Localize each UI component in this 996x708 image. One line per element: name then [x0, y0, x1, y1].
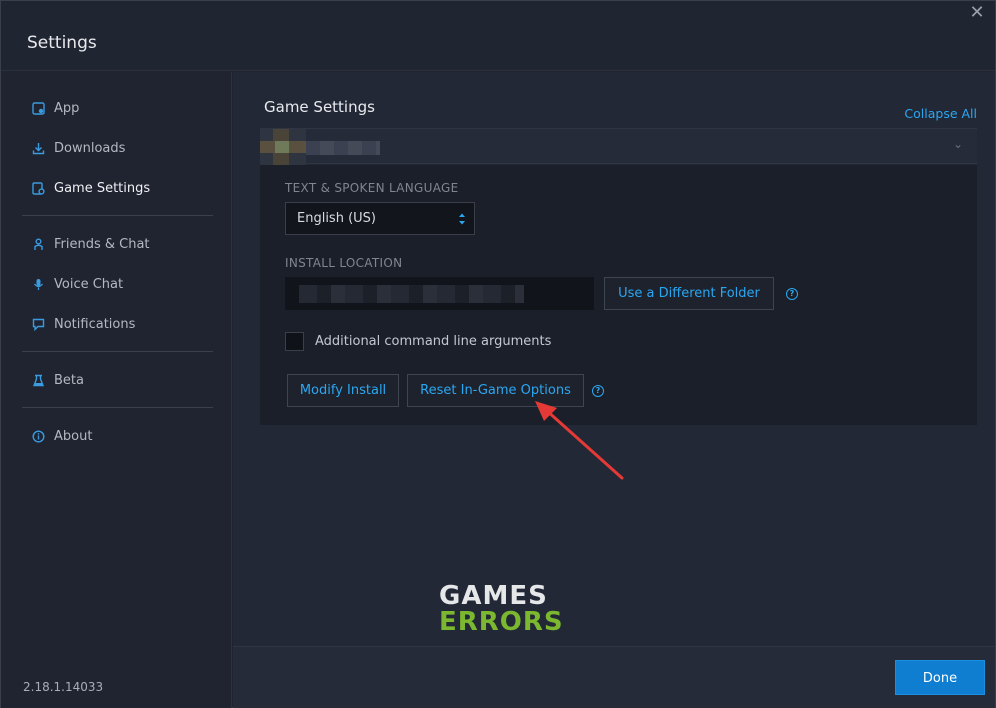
sidebar-item-friends-chat[interactable]: Friends & Chat — [31, 233, 150, 255]
sidebar-item-notifications[interactable]: Notifications — [31, 313, 135, 335]
sidebar-item-label: Notifications — [54, 316, 136, 332]
app-version: 2.18.1.14033 — [23, 680, 104, 694]
sidebar-item-label: Downloads — [54, 140, 126, 156]
game-settings-icon — [31, 181, 45, 195]
flask-icon — [31, 373, 45, 387]
select-arrows-icon — [459, 213, 465, 225]
sidebar-item-label: About — [54, 428, 93, 444]
notification-icon — [31, 317, 45, 331]
sidebar-divider — [22, 351, 213, 352]
sidebar-item-label: Beta — [54, 372, 84, 388]
title-bar: Settings ✕ — [1, 1, 995, 71]
collapse-all-link[interactable]: Collapse All — [904, 106, 977, 121]
friends-icon — [31, 237, 45, 251]
games-errors-logo: GAMES ERRORS — [439, 583, 563, 635]
install-location-label: INSTALL LOCATION — [285, 256, 403, 270]
language-select[interactable]: English (US) — [285, 202, 475, 235]
sidebar-item-beta[interactable]: Beta — [31, 369, 84, 391]
game-icon — [260, 129, 306, 165]
sidebar-divider — [22, 407, 213, 408]
help-icon[interactable]: ? — [786, 288, 798, 300]
use-different-folder-button[interactable]: Use a Different Folder — [604, 277, 774, 310]
window-title: Settings — [27, 33, 97, 53]
close-icon[interactable]: ✕ — [967, 3, 987, 23]
sidebar-item-game-settings[interactable]: Game Settings — [31, 177, 150, 199]
sidebar-item-about[interactable]: About — [31, 425, 92, 447]
chevron-down-icon: ⌄ — [952, 137, 963, 151]
sidebar-item-label: Friends & Chat — [54, 236, 150, 252]
game-name-redacted — [306, 141, 380, 155]
sidebar-item-app[interactable]: App — [31, 97, 79, 119]
sidebar-item-label: Voice Chat — [54, 276, 124, 292]
download-icon — [31, 141, 45, 155]
language-label: TEXT & SPOKEN LANGUAGE — [285, 181, 459, 195]
install-path-field[interactable] — [285, 277, 594, 310]
settings-window: Settings ✕ App Downloads Game Settings F… — [0, 0, 996, 708]
sidebar-item-label: Game Settings — [54, 180, 151, 196]
command-line-args-checkbox[interactable] — [285, 332, 304, 351]
done-button[interactable]: Done — [895, 660, 985, 695]
logo-line1: GAMES — [439, 581, 548, 611]
sidebar-divider — [22, 215, 213, 216]
section-title: Game Settings — [264, 98, 375, 116]
sidebar-item-voice-chat[interactable]: Voice Chat — [31, 273, 123, 295]
microphone-icon — [31, 277, 45, 291]
app-icon — [31, 101, 45, 115]
sidebar-item-downloads[interactable]: Downloads — [31, 137, 125, 159]
main-content: Game Settings Collapse All ⌄ TEXT & SPOK… — [233, 72, 995, 646]
install-path-redacted — [299, 285, 524, 303]
game-header[interactable]: ⌄ — [260, 128, 977, 165]
modify-install-button[interactable]: Modify Install — [287, 374, 399, 407]
sidebar: App Downloads Game Settings Friends & Ch… — [1, 72, 232, 708]
reset-in-game-options-button[interactable]: Reset In-Game Options — [407, 374, 584, 407]
logo-line2: ERRORS — [439, 607, 564, 637]
language-value: English (US) — [297, 211, 376, 226]
command-line-args-label: Additional command line arguments — [315, 334, 552, 349]
info-icon — [31, 429, 45, 443]
help-icon[interactable]: ? — [592, 385, 604, 397]
sidebar-item-label: App — [54, 100, 80, 116]
game-settings-panel: TEXT & SPOKEN LANGUAGE English (US) INST… — [260, 165, 977, 425]
footer-bar: Done — [233, 646, 995, 708]
